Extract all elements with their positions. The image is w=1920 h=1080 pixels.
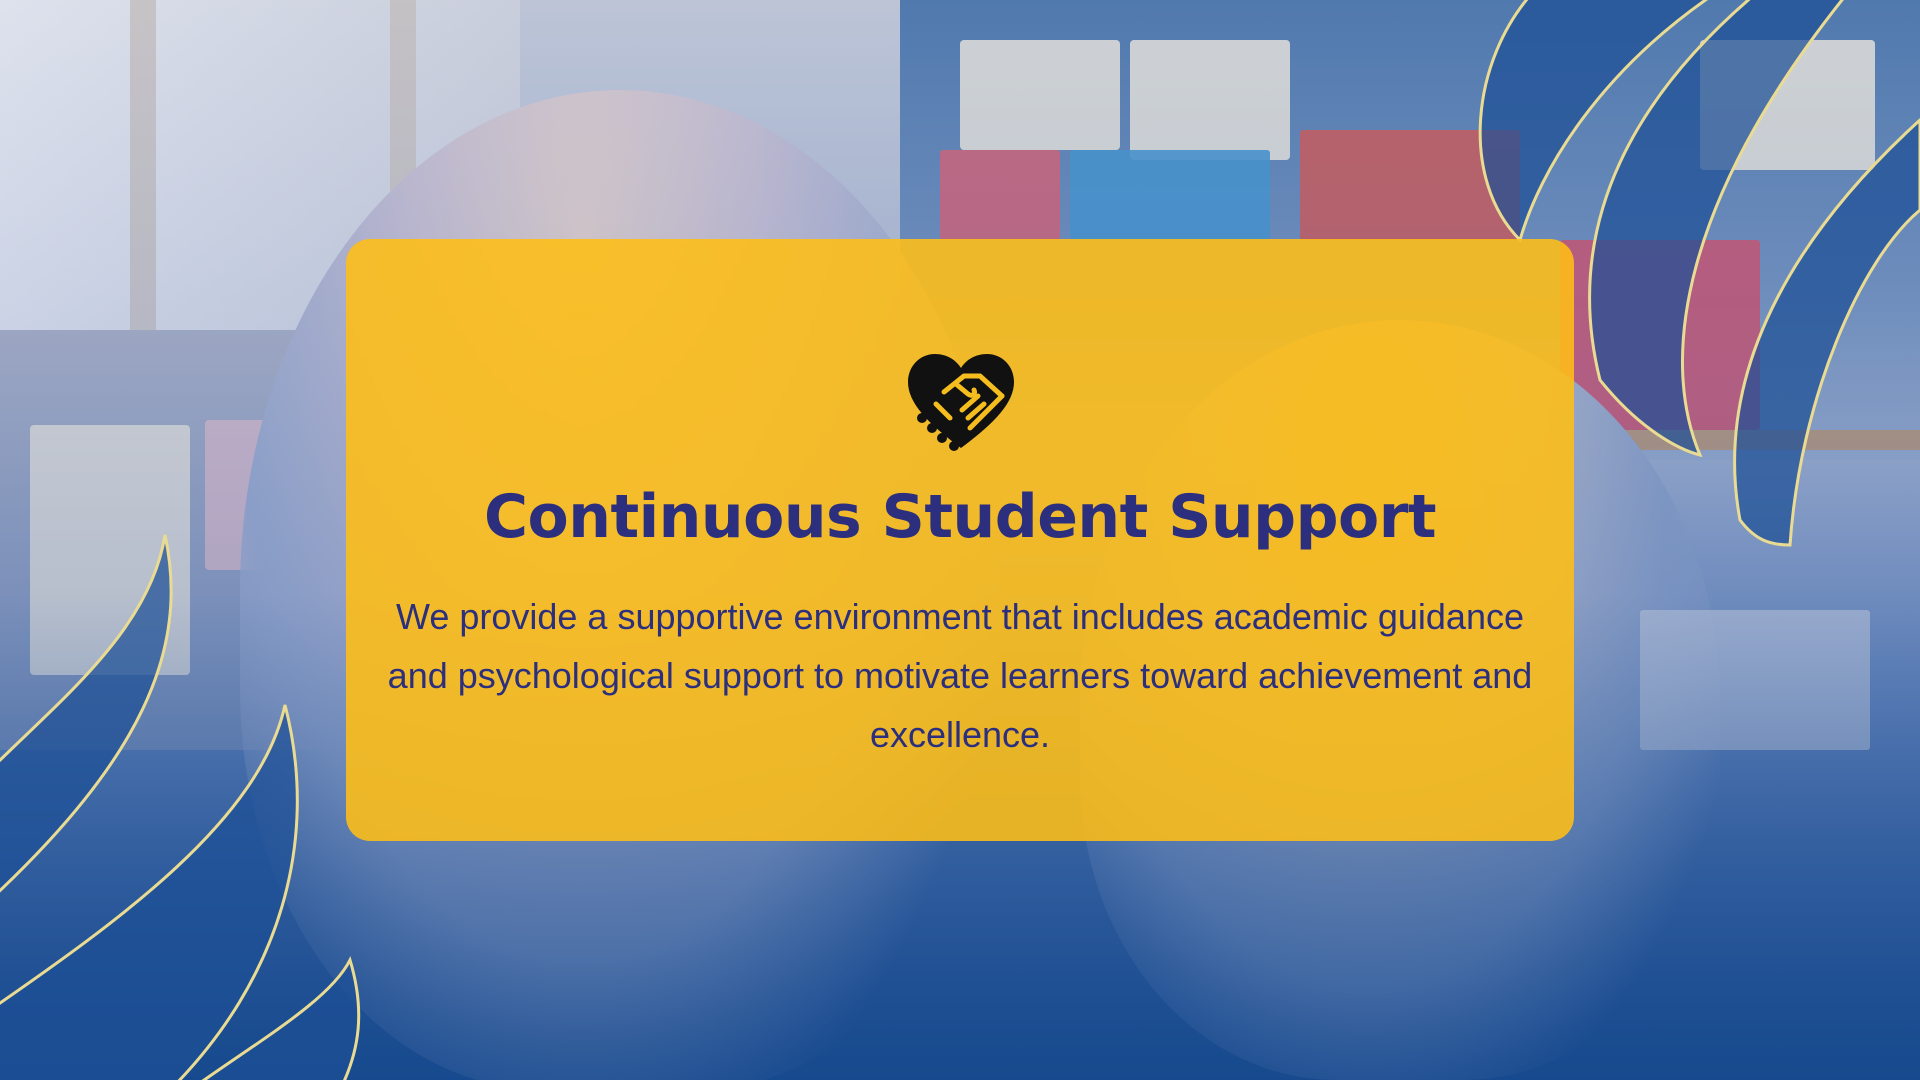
handshake-heart-icon [908,354,1014,451]
flame-shape [1733,117,1920,547]
card-title: Continuous Student Support [483,482,1437,552]
card-description: We provide a supportive environment that… [387,596,1533,755]
support-card: Continuous Student Support We provide a … [346,239,1574,841]
flame-shape [0,534,173,893]
